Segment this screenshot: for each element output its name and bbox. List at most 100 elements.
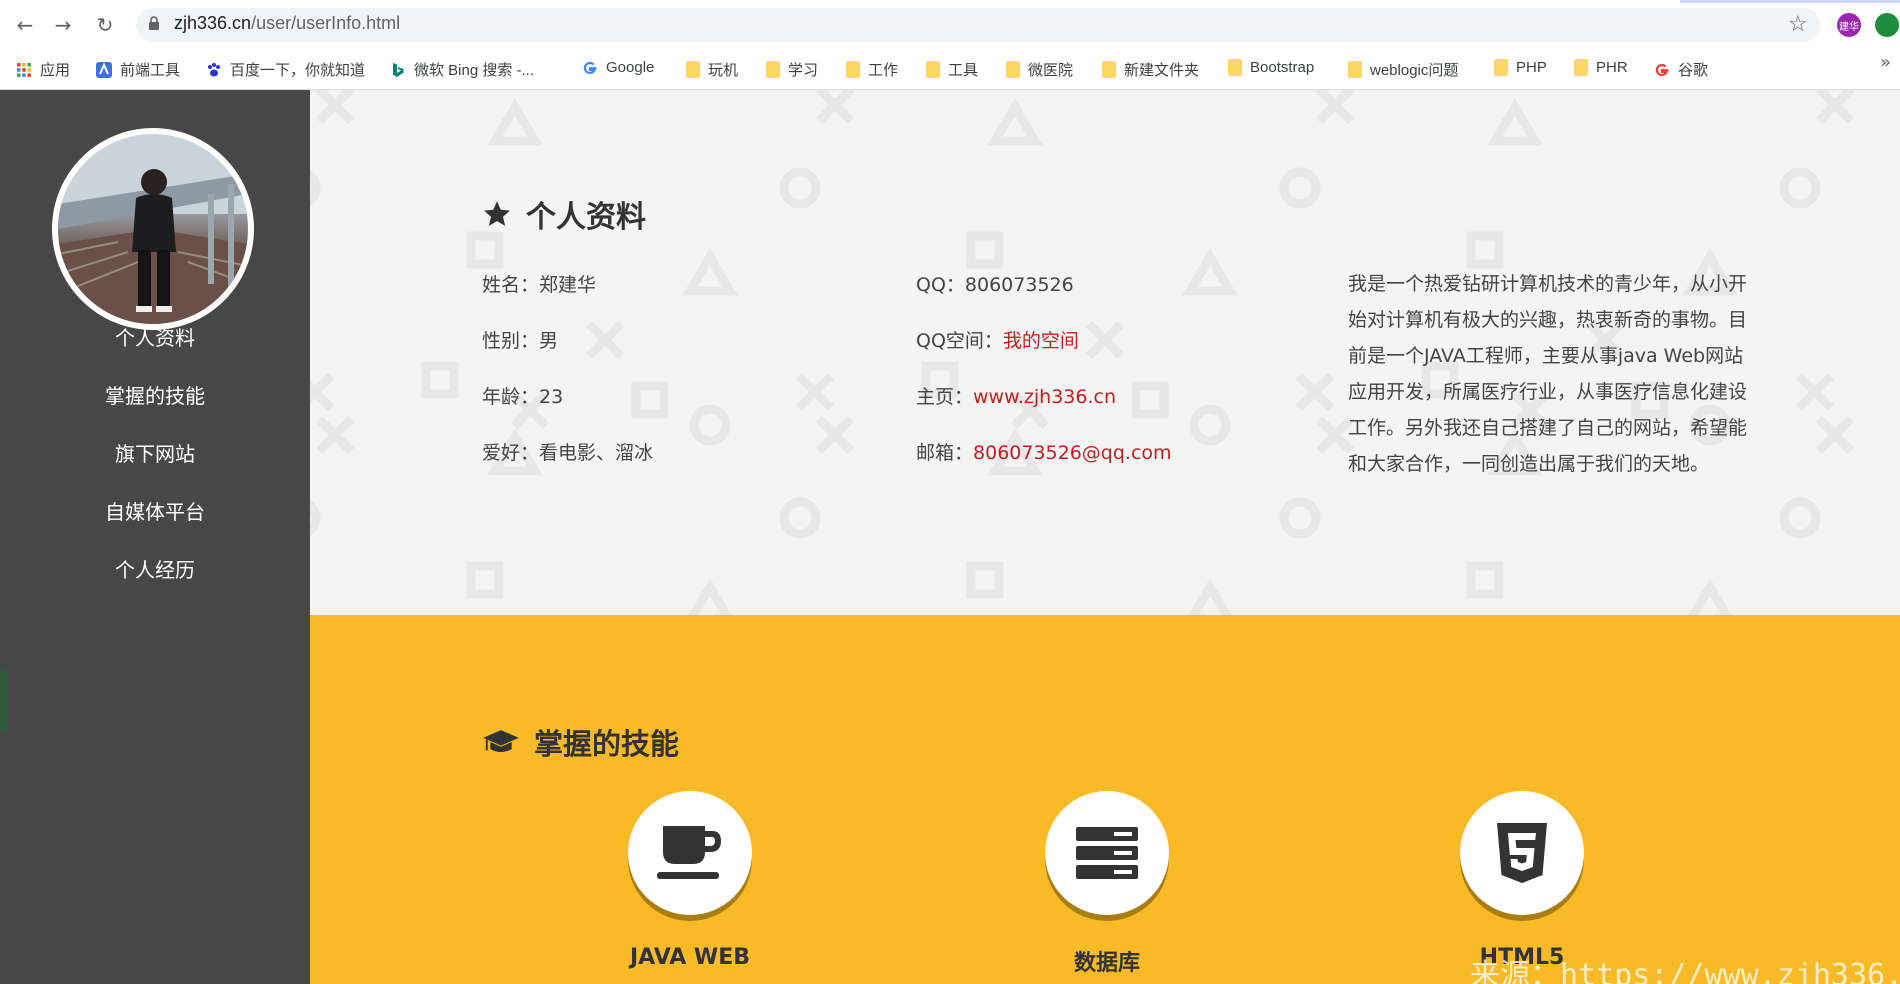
gender-value: 男 xyxy=(539,330,559,352)
skill-database[interactable] xyxy=(1045,791,1169,915)
profile-section: 个人资料 姓名：郑建华 性别：男 年龄：23 爱好：看电影、溜冰 QQ：8060… xyxy=(310,90,1900,615)
pattern-shape xyxy=(1131,381,1169,419)
bookmark-apps[interactable]: 应用 xyxy=(16,59,70,80)
pattern-shape xyxy=(315,90,355,125)
bookmark-folder-phr[interactable]: PHR xyxy=(1574,59,1628,76)
pattern-shape xyxy=(631,381,669,419)
bookmark-folder-bootstrap[interactable]: Bootstrap xyxy=(1228,59,1314,76)
sidebar: 个人资料 掌握的技能 旗下网站 自媒体平台 个人经历 xyxy=(0,90,310,984)
avatar-photo xyxy=(58,134,248,324)
folder-icon xyxy=(1228,59,1242,76)
skill-java-web[interactable] xyxy=(628,791,752,915)
side-handle[interactable] xyxy=(0,670,8,732)
sidebar-item-websites[interactable]: 旗下网站 xyxy=(0,438,310,467)
bookmark-baidu[interactable]: 百度一下，你就知道 xyxy=(206,59,365,80)
baidu-paw-icon xyxy=(208,62,220,76)
pattern-shape xyxy=(815,415,855,455)
pattern-shape xyxy=(1315,415,1355,455)
bookmark-label: PHP xyxy=(1516,59,1547,76)
bookmark-frontend-tools[interactable]: 前端工具 xyxy=(96,59,180,80)
email-link[interactable]: 806073526@qq.com xyxy=(973,442,1172,464)
pattern-shape xyxy=(310,170,321,206)
skill-database-label: 数据库 xyxy=(1073,951,1140,976)
sidebar-item-media[interactable]: 自媒体平台 xyxy=(0,496,310,525)
sidebar-item-skills[interactable]: 掌握的技能 xyxy=(0,380,310,409)
star-icon xyxy=(484,201,510,226)
bookmark-folder-play[interactable]: 玩机 xyxy=(686,59,738,80)
bookmark-label: 前端工具 xyxy=(120,62,181,79)
gender-row: 性别：男 xyxy=(482,326,558,353)
pattern-shape xyxy=(1688,578,1732,615)
pattern-shape xyxy=(1466,561,1504,599)
name-label: 姓名： xyxy=(482,274,540,296)
google-icon xyxy=(583,61,597,74)
qzone-label: QQ空间： xyxy=(916,330,1003,352)
pattern-shape xyxy=(466,561,504,599)
homepage-row: 主页：www.zjh336.cn xyxy=(916,382,1116,409)
bookmark-bing[interactable]: 微软 Bing 搜索 -... xyxy=(390,59,534,80)
profile-avatar[interactable]: 建华 xyxy=(1837,13,1861,37)
pattern-shape xyxy=(1295,372,1335,412)
bookmark-folder-study[interactable]: 学习 xyxy=(766,59,818,80)
bookmark-label: weblogic问题 xyxy=(1370,62,1459,79)
url-text[interactable]: zjh336.cn/user/userInfo.html xyxy=(174,13,400,34)
bookmark-star-icon[interactable]: ☆ xyxy=(1788,12,1808,37)
homepage-link[interactable]: www.zjh336.cn xyxy=(973,386,1116,408)
url-path: /user/userInfo.html xyxy=(251,13,401,33)
bookmark-folder-weblogic[interactable]: weblogic问题 xyxy=(1348,59,1458,80)
pattern-shape xyxy=(815,90,855,125)
bookmark-google-cn[interactable]: 谷歌 xyxy=(1654,59,1708,80)
database-server-icon xyxy=(1076,827,1138,879)
folder-icon xyxy=(926,61,940,78)
coffee-cup-icon xyxy=(657,826,721,879)
bookmark-folder-php[interactable]: PHP xyxy=(1494,59,1547,76)
gender-label: 性别： xyxy=(482,330,540,352)
bookmark-label: Google xyxy=(606,59,655,76)
pattern-shape xyxy=(1189,404,1231,446)
bookmark-folder-work[interactable]: 工作 xyxy=(846,59,898,80)
back-icon[interactable]: ← xyxy=(12,12,38,38)
more-bookmarks-icon[interactable]: » xyxy=(1880,52,1891,73)
pattern-shape xyxy=(1085,320,1125,360)
pattern-shape xyxy=(1779,167,1821,209)
bookmark-google[interactable]: Google xyxy=(582,59,654,76)
hobby-row: 爱好：看电影、溜冰 xyxy=(482,438,653,465)
bookmark-folder-hospital[interactable]: 微医院 xyxy=(1006,59,1073,80)
pattern-shape xyxy=(779,167,821,209)
bookmark-label: 谷歌 xyxy=(1678,62,1709,79)
pattern-shape xyxy=(1815,415,1855,455)
folder-icon xyxy=(1006,61,1020,78)
pattern-shape xyxy=(689,404,731,446)
forward-icon[interactable]: → xyxy=(50,12,76,38)
graduation-cap-icon xyxy=(483,730,519,753)
extension-icon[interactable] xyxy=(1875,13,1899,37)
pattern-shape xyxy=(1279,167,1321,209)
browser-toolbar: ← → ↻ zjh336.cn/user/userInfo.html ☆ 建华 xyxy=(0,0,1900,50)
pattern-shape xyxy=(1315,90,1355,125)
folder-icon xyxy=(686,61,700,78)
bookmark-folder-new[interactable]: 新建文件夹 xyxy=(1102,59,1199,80)
age-row: 年龄：23 xyxy=(482,382,563,409)
folder-icon xyxy=(846,61,860,78)
apps-grid-icon xyxy=(17,62,31,77)
qzone-link[interactable]: 我的空间 xyxy=(1003,330,1079,352)
pattern-shape xyxy=(795,372,835,412)
bookmark-label: 微医院 xyxy=(1028,62,1074,79)
lock-icon[interactable] xyxy=(148,16,160,30)
bookmark-label: PHR xyxy=(1596,59,1628,76)
sidebar-item-experience[interactable]: 个人经历 xyxy=(0,554,310,583)
folder-icon xyxy=(1102,61,1116,78)
hobby-value: 看电影、溜冰 xyxy=(539,442,654,464)
pattern-shape xyxy=(1466,231,1504,269)
pattern-shape xyxy=(585,320,625,360)
sidebar-item-profile[interactable]: 个人资料 xyxy=(0,322,310,351)
reload-icon[interactable]: ↻ xyxy=(92,12,118,38)
email-label: 邮箱： xyxy=(916,442,974,464)
bio-text: 我是一个热爱钻研计算机技术的青少年，从小开始对计算机有极大的兴趣，热衷新奇的事物… xyxy=(1348,273,1748,475)
bookmark-folder-tools[interactable]: 工具 xyxy=(926,59,978,80)
homepage-label: 主页： xyxy=(916,386,974,408)
avatar xyxy=(58,134,248,324)
folder-icon xyxy=(1348,61,1362,78)
bookmark-label: 工具 xyxy=(948,62,979,79)
skill-html5[interactable] xyxy=(1460,791,1584,915)
